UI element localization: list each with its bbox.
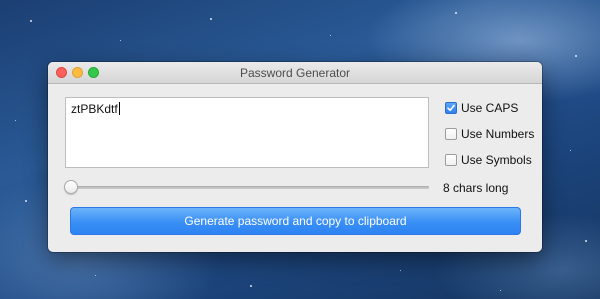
length-slider-track[interactable] [65,186,429,189]
use-caps-checkbox[interactable] [445,102,457,114]
use-symbols-checkbox[interactable] [445,154,457,166]
use-numbers-label: Use Numbers [461,127,535,141]
generate-button[interactable]: Generate password and copy to clipboard [70,207,521,235]
text-cursor [118,102,120,115]
option-use-symbols[interactable]: Use Symbols [445,152,532,168]
length-label: 8 chars long [443,181,509,195]
option-use-numbers[interactable]: Use Numbers [445,126,534,142]
use-symbols-label: Use Symbols [461,153,532,167]
desktop-background: Password Generator ztPBKdtf Use CAPS Use… [0,0,600,299]
titlebar[interactable]: Password Generator [48,62,542,84]
length-slider-thumb[interactable] [64,180,78,194]
password-output-field[interactable]: ztPBKdtf [65,97,429,168]
use-caps-label: Use CAPS [461,101,519,115]
length-slider[interactable] [64,179,429,195]
password-text: ztPBKdtf [71,102,118,116]
window-title: Password Generator [239,66,351,80]
use-numbers-checkbox[interactable] [445,128,457,140]
option-use-caps[interactable]: Use CAPS [445,100,518,116]
password-generator-window: Password Generator ztPBKdtf Use CAPS Use… [48,62,542,252]
checkmark-icon [447,104,455,112]
